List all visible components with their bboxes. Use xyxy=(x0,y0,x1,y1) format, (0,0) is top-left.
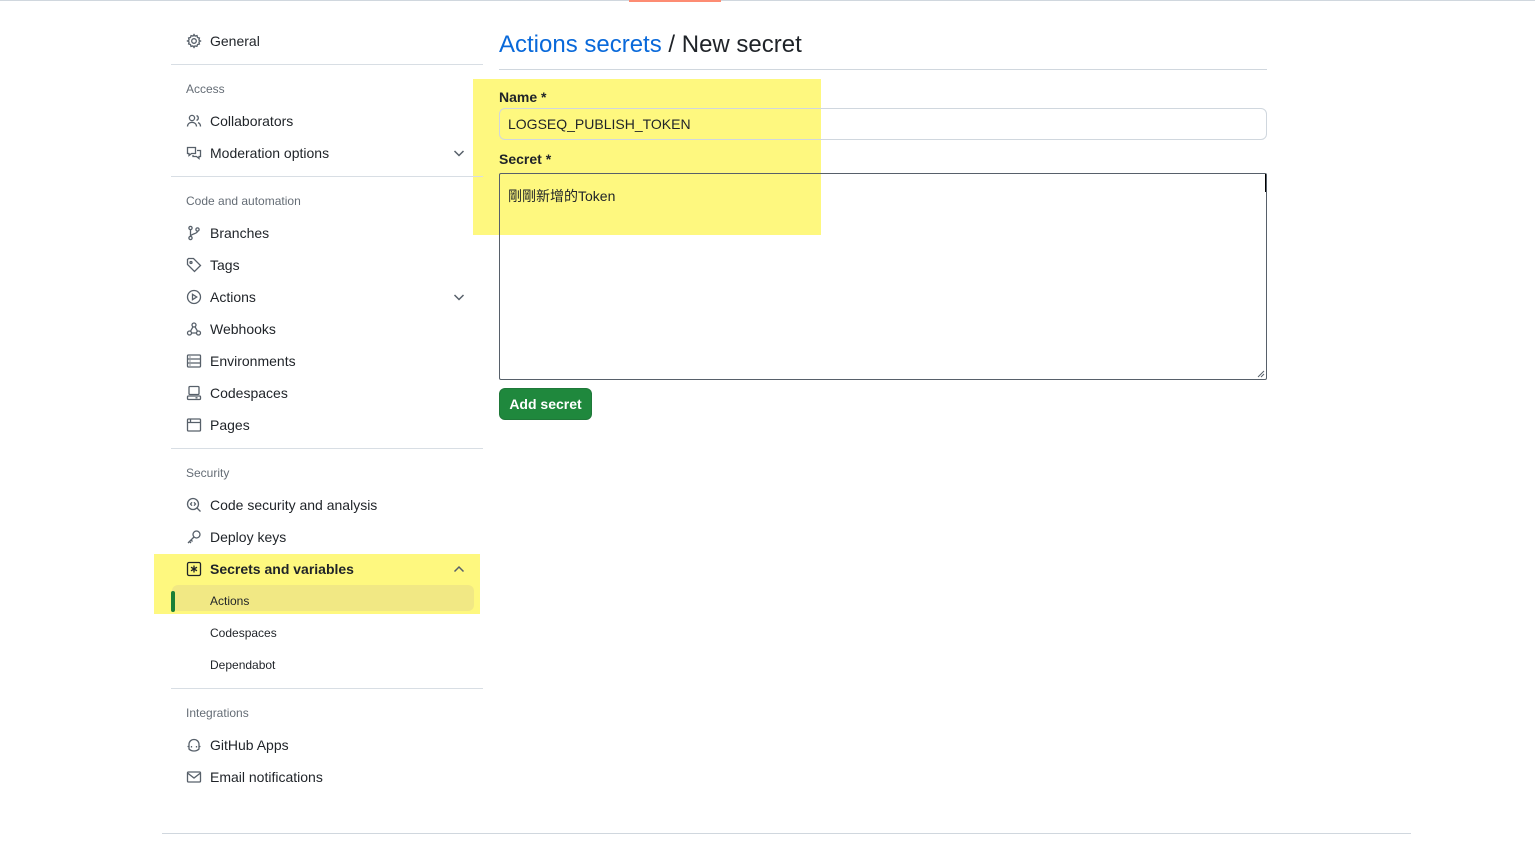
sidebar-subitem-dependabot[interactable]: Dependabot xyxy=(171,649,483,681)
sidebar-item-label: Webhooks xyxy=(210,321,276,337)
sidebar-item-label: Tags xyxy=(210,257,240,273)
sidebar-item-webhooks[interactable]: Webhooks xyxy=(171,313,483,345)
people-icon xyxy=(186,113,202,129)
webhook-icon xyxy=(186,321,202,337)
sidebar-item-codespaces[interactable]: Codespaces xyxy=(171,377,483,409)
codescan-icon xyxy=(186,497,202,513)
section-title-security: Security xyxy=(186,466,230,480)
name-label: Name * xyxy=(499,89,547,105)
chevron-down-icon[interactable] xyxy=(451,145,467,161)
server-icon xyxy=(186,353,202,369)
breadcrumb-link[interactable]: Actions secrets xyxy=(499,31,662,58)
sidebar-item-label: Branches xyxy=(210,225,270,241)
name-field-value: LOGSEQ_PUBLISH_TOKEN xyxy=(508,116,691,132)
mail-icon xyxy=(186,769,202,785)
sidebar-item-label: Codespaces xyxy=(210,385,288,401)
resize-grip-icon[interactable] xyxy=(1257,370,1265,378)
breadcrumb-separator: / xyxy=(661,31,682,58)
sidebar-item-collaborators[interactable]: Collaborators xyxy=(171,105,483,137)
sidebar-item-label: Actions xyxy=(210,594,250,608)
name-field[interactable]: LOGSEQ_PUBLISH_TOKEN xyxy=(499,108,1267,140)
section-title-integrations: Integrations xyxy=(186,706,249,720)
sidebar-subitem-codespaces[interactable]: Codespaces xyxy=(171,617,483,649)
sidebar-item-label: Actions xyxy=(210,289,256,305)
sidebar-item-label: Moderation options xyxy=(210,145,330,161)
sidebar-item-label: Code security and analysis xyxy=(210,497,378,513)
new-secret-form: Actions secrets / New secret Name * LOGS… xyxy=(499,30,1267,420)
chevron-up-icon[interactable] xyxy=(451,561,467,577)
sidebar-item-pages[interactable]: Pages xyxy=(171,409,483,441)
sidebar-item-label: GitHub Apps xyxy=(210,737,289,753)
sidebar-item-label: Email notifications xyxy=(210,769,323,785)
secret-field-value: 剛剛新增的Token xyxy=(508,188,616,204)
divider xyxy=(171,448,483,449)
text-caret xyxy=(1265,174,1266,192)
sidebar-item-github-apps[interactable]: GitHub Apps xyxy=(171,729,483,761)
sidebar-item-label: Secrets and variables xyxy=(210,561,354,577)
sidebar-item-label: Dependabot xyxy=(210,658,276,672)
divider xyxy=(171,176,483,177)
breadcrumb-current: New secret xyxy=(681,31,802,58)
chevron-down-icon[interactable] xyxy=(451,289,467,305)
key-icon xyxy=(186,529,202,545)
comment-discussion-icon xyxy=(186,145,202,161)
top-border xyxy=(0,0,1535,1)
footer-divider xyxy=(162,833,1411,834)
sidebar-item-branches[interactable]: Branches xyxy=(171,217,483,249)
sidebar-item-tags[interactable]: Tags xyxy=(171,249,483,281)
browser-icon xyxy=(186,417,202,433)
copilot-icon xyxy=(186,737,202,753)
sidebar-item-label: Environments xyxy=(210,353,296,369)
sidebar-item-moderation[interactable]: Moderation options xyxy=(171,137,483,169)
gear-icon xyxy=(186,33,202,49)
active-indicator xyxy=(171,591,175,612)
section-title-code-automation: Code and automation xyxy=(186,194,301,208)
sidebar-item-actions[interactable]: Actions xyxy=(171,281,483,313)
secret-label: Secret * xyxy=(499,151,552,167)
sidebar-item-label: Pages xyxy=(210,417,250,433)
section-title-access: Access xyxy=(186,82,225,96)
sidebar-subitem-actions[interactable]: Actions xyxy=(171,585,483,617)
add-secret-button[interactable]: Add secret xyxy=(499,388,592,420)
settings-sidebar: General Access Collaborators Moderation … xyxy=(171,25,483,793)
key-asterisk-icon xyxy=(186,561,202,577)
sidebar-item-deploy-keys[interactable]: Deploy keys xyxy=(171,521,483,553)
sidebar-item-general[interactable]: General xyxy=(171,25,483,57)
sidebar-item-label: Collaborators xyxy=(210,113,294,129)
git-branch-icon xyxy=(186,225,202,241)
sidebar-item-label: Codespaces xyxy=(210,626,277,640)
sidebar-item-secrets-variables[interactable]: Secrets and variables xyxy=(171,553,483,585)
sidebar-item-code-security[interactable]: Code security and analysis xyxy=(171,489,483,521)
divider xyxy=(171,64,483,65)
sidebar-item-label: General xyxy=(210,33,260,49)
codespaces-icon xyxy=(186,385,202,401)
sidebar-item-label: Deploy keys xyxy=(210,529,287,545)
sidebar-item-email-notifications[interactable]: Email notifications xyxy=(171,761,483,793)
active-tab-accent xyxy=(629,0,721,2)
sidebar-item-environments[interactable]: Environments xyxy=(171,345,483,377)
page-title: Actions secrets / New secret xyxy=(499,30,1267,70)
secret-field[interactable]: 剛剛新增的Token xyxy=(499,173,1267,380)
play-icon xyxy=(186,289,202,305)
tag-icon xyxy=(186,257,202,273)
divider xyxy=(171,688,483,689)
